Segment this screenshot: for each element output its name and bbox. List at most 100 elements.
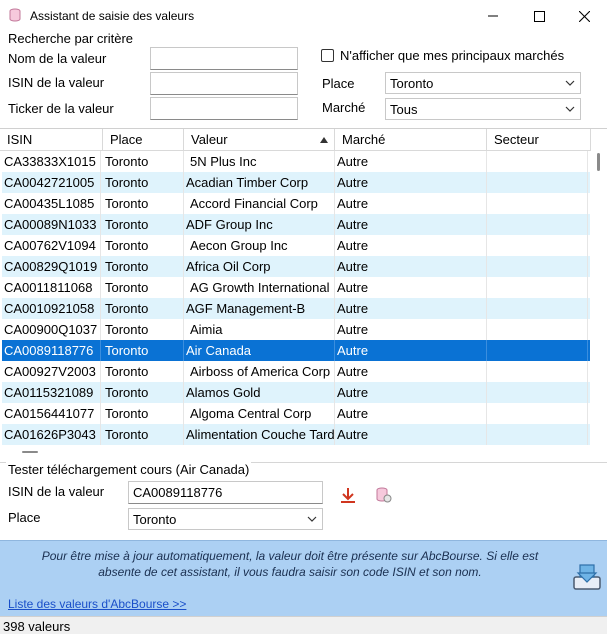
horizontal-scrollbar[interactable] (2, 445, 592, 457)
cell-valeur: Alamos Gold (184, 382, 335, 403)
info-message: Pour être mise à jour automatiquement, l… (41, 549, 539, 579)
search-group-title: Recherche par critère (6, 31, 135, 46)
cell-marche: Autre (335, 403, 487, 424)
cell-marche: Autre (335, 235, 487, 256)
cell-place: Toronto (103, 361, 184, 382)
abcbourse-list-link[interactable]: Liste des valeurs d'AbcBourse >> (8, 597, 186, 611)
cell-valeur: Alimentation Couche Tard (184, 424, 335, 445)
table-row[interactable]: CA01626P3043 Toronto Alimentation Couche T… (2, 424, 590, 445)
isin-input[interactable] (150, 72, 298, 95)
chevron-down-icon (307, 516, 317, 522)
cell-valeur: 5N Plus Inc (184, 151, 335, 172)
column-header-valeur-label: Valeur (191, 132, 228, 147)
column-header-marche[interactable]: Marché (335, 129, 487, 151)
cell-place: Toronto (103, 256, 184, 277)
maximize-button[interactable] (516, 0, 562, 32)
database-icon (9, 8, 21, 22)
download-place-label: Place (8, 510, 41, 525)
main-markets-checkbox[interactable] (321, 49, 334, 62)
securities-grid[interactable]: ISIN Place Valeur Marché Secteur CA33833… (0, 128, 607, 458)
cell-place: Toronto (103, 424, 184, 445)
place-select[interactable]: Toronto (385, 72, 581, 94)
name-input[interactable] (150, 47, 298, 70)
close-button[interactable] (561, 0, 607, 32)
cell-secteur (487, 319, 588, 340)
column-header-place[interactable]: Place (103, 129, 184, 151)
vertical-scrollbar-thumb[interactable] (597, 153, 600, 171)
cell-marche: Autre (335, 193, 487, 214)
maximize-icon (533, 10, 545, 22)
cell-marche: Autre (335, 298, 487, 319)
table-row[interactable]: CA0156441077 Toronto Algoma Central Corp Au… (2, 403, 590, 424)
download-isin-input[interactable] (128, 481, 323, 504)
cell-valeur: Africa Oil Corp (184, 256, 335, 277)
download-place-value: Toronto (133, 511, 177, 527)
cell-place: Toronto (103, 382, 184, 403)
minimize-button[interactable] (470, 0, 516, 32)
table-row[interactable]: CA0042721005 Toronto Acadian Timber Corp Au… (2, 172, 590, 193)
cell-valeur: Airboss of America Corp (184, 361, 335, 382)
cell-valeur: Aimia (184, 319, 335, 340)
cell-isin: CA00089N1033 (2, 214, 101, 235)
cell-place: Toronto (103, 193, 184, 214)
minimize-icon (488, 15, 498, 17)
column-header-isin[interactable]: ISIN (0, 129, 103, 151)
download-place-select[interactable]: Toronto (128, 508, 323, 530)
isin-label: ISIN de la valeur (8, 75, 105, 90)
cell-secteur (487, 172, 588, 193)
cell-isin: CA01626P3043 (2, 424, 101, 445)
market-select[interactable]: Tous (385, 98, 581, 120)
table-row[interactable]: CA0115321089 Toronto Alamos Gold Autre (2, 382, 590, 403)
cell-secteur (487, 193, 588, 214)
cell-isin: CA0115321089 (2, 382, 101, 403)
cell-marche: Autre (335, 256, 487, 277)
download-arrow-icon[interactable] (340, 487, 356, 503)
cell-place: Toronto (103, 172, 184, 193)
window-title: Assistant de saisie des valeurs (30, 9, 195, 23)
cell-place: Toronto (103, 298, 184, 319)
ticker-label: Ticker de la valeur (8, 101, 114, 116)
table-row[interactable]: CA33833X1015 Toronto 5N Plus Inc Autre (2, 151, 590, 172)
cell-isin: CA33833X1015 (2, 151, 101, 172)
cell-marche: Autre (335, 340, 487, 361)
table-row-selected[interactable]: CA0089118776 Toronto Air Canada Autre (2, 340, 590, 361)
column-header-secteur[interactable]: Secteur (487, 129, 591, 151)
ticker-input[interactable] (150, 97, 298, 120)
cell-secteur (487, 235, 588, 256)
market-select-value: Tous (390, 101, 418, 117)
main-markets-label[interactable]: N'afficher que mes principaux marchés (340, 48, 564, 63)
place-select-value: Toronto (390, 75, 434, 91)
table-row[interactable]: CA0010921058 Toronto AGF Management-B Autre (2, 298, 590, 319)
cell-place: Toronto (103, 277, 184, 298)
cell-isin: CA00829Q1019 (2, 256, 101, 277)
vertical-scrollbar[interactable] (592, 151, 605, 451)
market-label: Marché (322, 100, 366, 115)
table-row[interactable]: CA00435L1085 Toronto Accord Financial Corp… (2, 193, 590, 214)
cell-isin: CA0042721005 (2, 172, 101, 193)
save-download-icon[interactable] (572, 561, 602, 591)
cell-marche: Autre (335, 361, 487, 382)
cell-secteur (487, 256, 588, 277)
table-row[interactable]: CA00927V2003 Toronto Airboss of America Co… (2, 361, 590, 382)
cell-marche: Autre (335, 319, 487, 340)
cell-isin: CA0156441077 (2, 403, 101, 424)
table-row[interactable]: CA00900Q1037 Toronto Aimia Autre (2, 319, 590, 340)
cell-valeur: Aecon Group Inc (184, 235, 335, 256)
database-refresh-icon[interactable] (376, 487, 392, 503)
download-isin-label: ISIN de la valeur (8, 484, 105, 499)
table-row[interactable]: CA00829Q1019 Toronto Africa Oil Corp Autre (2, 256, 590, 277)
cell-valeur: Acadian Timber Corp (184, 172, 335, 193)
cell-secteur (487, 214, 588, 235)
title-bar: Assistant de saisie des valeurs (0, 0, 607, 32)
download-test-title: Tester téléchargement cours (Air Canada) (6, 462, 252, 477)
column-header-valeur[interactable]: Valeur (184, 129, 335, 151)
cell-valeur: Accord Financial Corp (184, 193, 335, 214)
table-row[interactable]: CA00089N1033 Toronto ADF Group Inc Autre (2, 214, 590, 235)
horizontal-scrollbar-thumb[interactable] (22, 451, 38, 453)
table-row[interactable]: CA0011811068 Toronto AG Growth Internation… (2, 277, 590, 298)
table-row[interactable]: CA00762V1094 Toronto Aecon Group Inc Autre (2, 235, 590, 256)
cell-marche: Autre (335, 151, 487, 172)
cell-marche: Autre (335, 214, 487, 235)
cell-marche: Autre (335, 382, 487, 403)
cell-place: Toronto (103, 235, 184, 256)
